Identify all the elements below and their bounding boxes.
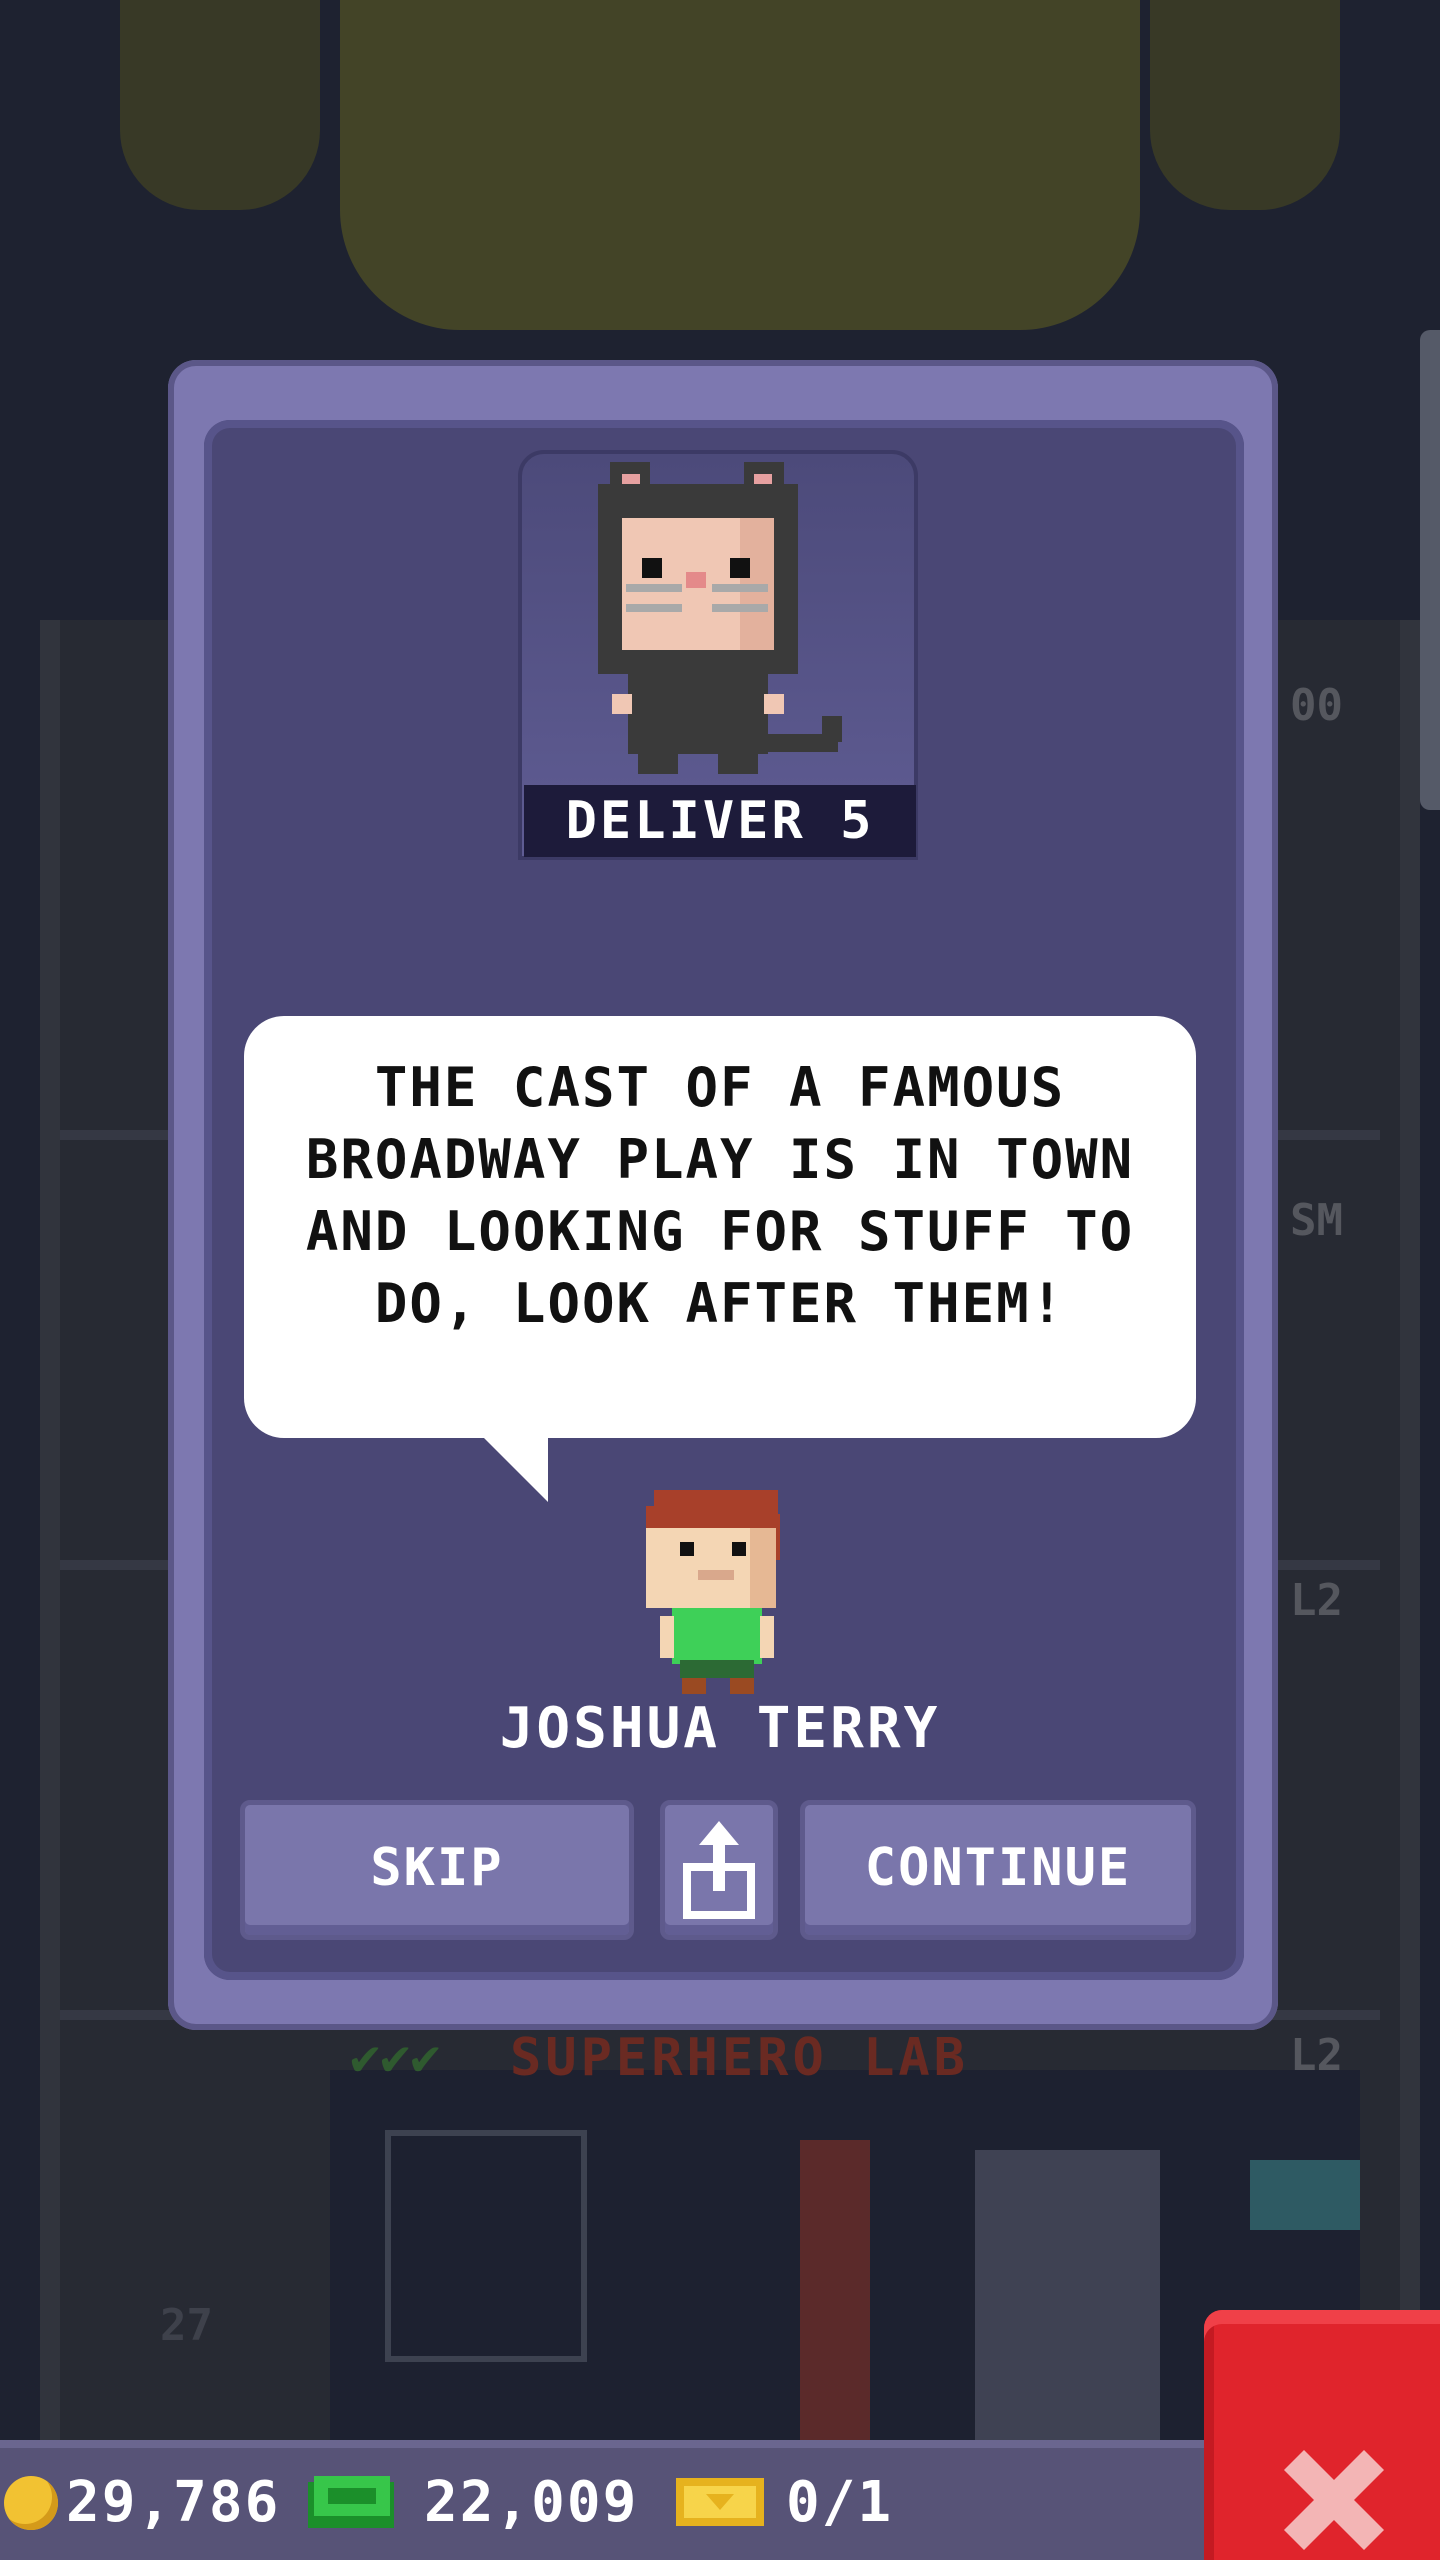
floor-level: L2 <box>1290 2030 1343 2081</box>
tickets-count: 0/1 <box>786 2470 894 2535</box>
cash-icon <box>308 2476 394 2528</box>
speech-bubble-tail <box>480 1434 548 1502</box>
continue-button[interactable]: CONTINUE <box>800 1800 1196 1940</box>
blimp-part <box>1150 0 1340 210</box>
floor-label: L2 <box>1290 1575 1343 1626</box>
lab-screen <box>1250 2160 1360 2230</box>
lab-monitor <box>385 2130 587 2362</box>
customer-name: JOSHUA TERRY <box>499 1696 941 1761</box>
deliver-goal-label: DELIVER 5 <box>524 785 916 857</box>
close-button[interactable] <box>1204 2310 1440 2560</box>
close-icon <box>1284 2450 1384 2550</box>
floor-number: 27 <box>160 2300 213 2351</box>
skip-button[interactable]: SKIP <box>240 1800 634 1940</box>
share-icon <box>683 1821 755 1919</box>
floor-name: SUPERHERO LAB <box>510 2028 969 2088</box>
floor-label: SM <box>1290 1195 1343 1246</box>
floor-checks-icon: ✔✔✔ <box>350 2028 441 2086</box>
floor-label: 00 <box>1290 680 1343 731</box>
golden-ticket-icon <box>676 2478 764 2526</box>
blimp-part <box>120 0 320 210</box>
share-button[interactable] <box>660 1800 778 1940</box>
mission-message: THE CAST OF A FAMOUS BROADWAY PLAY IS IN… <box>305 1056 1135 1335</box>
cat-costume-bitizen-icon <box>598 462 842 774</box>
side-menu-handle[interactable] <box>1420 330 1440 810</box>
blimp <box>340 0 1140 330</box>
bux-count: 22,009 <box>424 2470 639 2535</box>
coins-count: 29,786 <box>66 2470 281 2535</box>
speech-bubble: THE CAST OF A FAMOUS BROADWAY PLAY IS IN… <box>244 1016 1196 1438</box>
lab-door <box>975 2150 1160 2440</box>
coin-icon <box>4 2476 58 2530</box>
bitizen-avatar-icon <box>646 1490 780 1694</box>
lab-capsule <box>800 2140 870 2440</box>
